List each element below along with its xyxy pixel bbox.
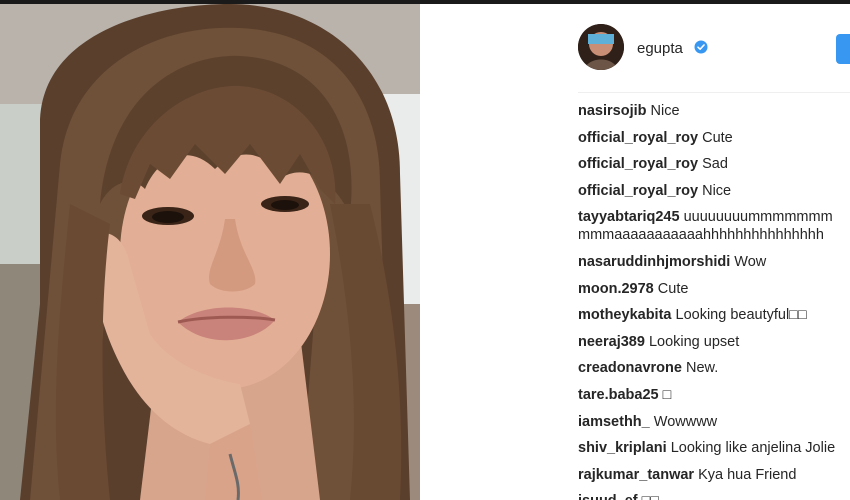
comment-item: neeraj389 Looking upset: [578, 333, 850, 351]
comment-username[interactable]: neeraj389: [578, 334, 645, 350]
comment-text: Sad: [702, 156, 728, 173]
comment-text: Kya hua Friend: [698, 466, 797, 483]
post-photo[interactable]: [0, 4, 420, 500]
comment-item: rajkumar_tanwar Kya hua Friend: [578, 466, 850, 484]
comment-item: nasaruddinhjmorshidi Wow: [578, 253, 850, 271]
comment-text-continued: mmmaaaaaaaaaaahhhhhhhhhhhhhhh: [578, 227, 824, 244]
comment-text: Wow: [734, 253, 767, 270]
follow-button[interactable]: [836, 34, 850, 64]
comment-text: Cute: [702, 129, 733, 146]
comment-text: Wowwww: [653, 413, 718, 430]
comment-item: jsuud_ef □□: [578, 492, 850, 500]
comment-username[interactable]: moon.2978: [578, 281, 654, 297]
comment-text: Nice: [702, 182, 732, 199]
comment-text: Looking beautyful□□: [675, 307, 807, 324]
comment-item: iamsethh_ Wowwww: [578, 413, 850, 431]
comment-text: New.: [686, 360, 719, 377]
comment-text: □: [662, 386, 672, 403]
comment-username[interactable]: creadonavrone: [578, 360, 682, 376]
comment-text: □□: [642, 493, 660, 500]
comment-text: uuuuuuuummmmmmm: [683, 209, 833, 226]
comment-text: Looking upset: [648, 333, 740, 350]
selfie-image: [0, 4, 420, 500]
comment-item: tare.baba25 □: [578, 386, 850, 404]
comment-username[interactable]: nasaruddinhjmorshidi: [578, 254, 730, 270]
comment-item: official_royal_roy Sad: [578, 155, 850, 173]
post-header: egupta: [420, 4, 850, 92]
header-divider: [578, 92, 850, 93]
comment-username[interactable]: tare.baba25: [578, 387, 659, 403]
avatar[interactable]: [578, 24, 624, 70]
instagram-post-view: egupta nasirsojib Nice official_royal_ro…: [0, 0, 850, 500]
comment-username[interactable]: official_royal_roy: [578, 183, 698, 199]
comment-item: moon.2978 Cute: [578, 280, 850, 298]
comment-username[interactable]: nasirsojib: [578, 103, 647, 119]
post-username[interactable]: egupta: [637, 40, 683, 57]
comment-item: official_royal_roy Cute: [578, 129, 850, 147]
post-sidebar: egupta nasirsojib Nice official_royal_ro…: [420, 4, 850, 500]
comment-item: nasirsojib Nice: [578, 102, 850, 120]
comment-item: motheykabita Looking beautyful□□: [578, 306, 850, 324]
comment-username[interactable]: motheykabita: [578, 307, 671, 323]
comment-list: nasirsojib Nice official_royal_roy Cute …: [578, 102, 850, 500]
avatar-image: [578, 24, 624, 70]
comment-username[interactable]: rajkumar_tanwar: [578, 467, 694, 483]
comment-item: official_royal_roy Nice: [578, 182, 850, 200]
comment-username[interactable]: iamsethh_: [578, 414, 650, 430]
comment-item: creadonavrone New.: [578, 359, 850, 377]
comment-username[interactable]: shiv_kriplani: [578, 440, 667, 456]
comment-username[interactable]: official_royal_roy: [578, 130, 698, 146]
comment-text: Looking like anjelina Jolie: [670, 440, 836, 457]
comment-text: Cute: [657, 280, 689, 297]
comment-username[interactable]: official_royal_roy: [578, 156, 698, 172]
comment-item: tayyabtariq245 uuuuuuuummmmmmm mmmaaaaaa…: [578, 208, 850, 244]
comment-username[interactable]: tayyabtariq245: [578, 209, 680, 225]
comment-text: Nice: [650, 103, 680, 119]
comment-username[interactable]: jsuud_ef: [578, 493, 638, 500]
verified-badge-icon: [694, 40, 708, 54]
comment-item: shiv_kriplani Looking like anjelina Joli…: [578, 439, 850, 457]
